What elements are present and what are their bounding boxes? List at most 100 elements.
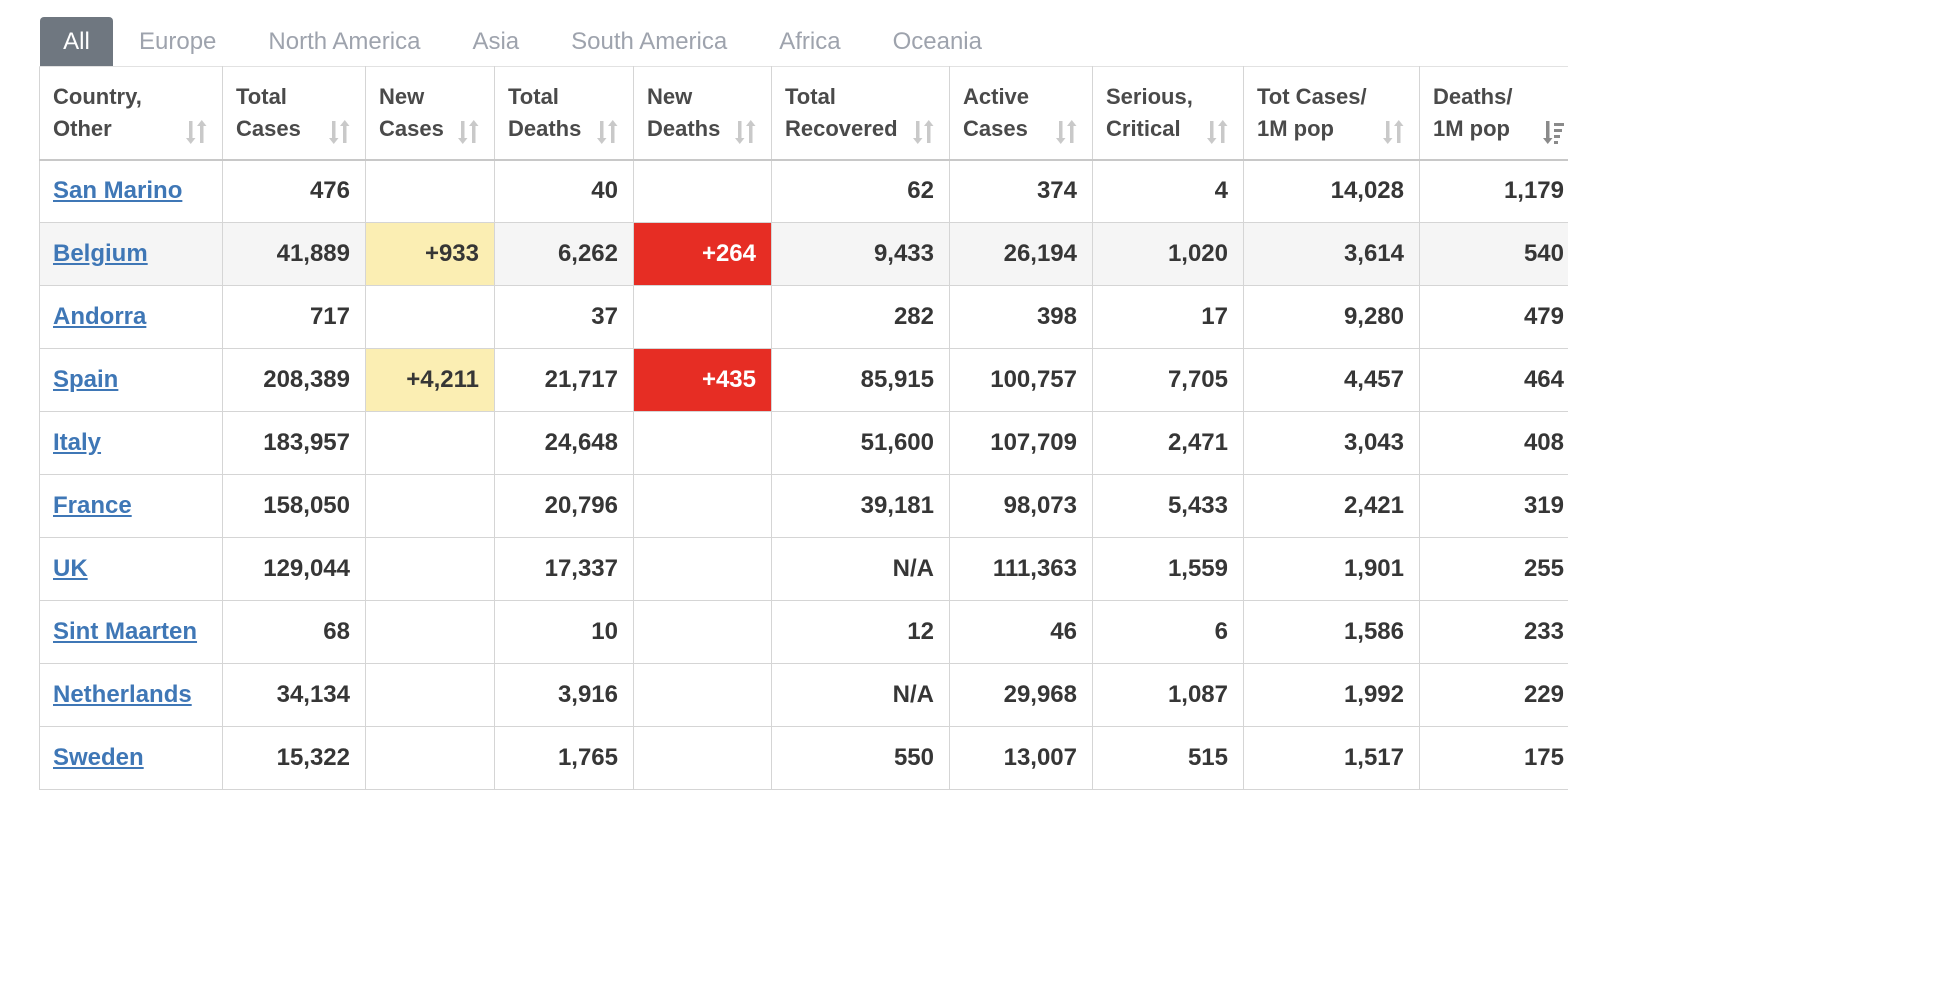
sort-icon[interactable]: [913, 119, 935, 145]
column-header-total-deaths[interactable]: Total Deaths: [494, 66, 634, 161]
cell-total-deaths: 21,717: [494, 348, 634, 412]
country-link[interactable]: Andorra: [53, 303, 146, 330]
tab-all[interactable]: All: [40, 17, 113, 66]
tab-europe[interactable]: Europe: [113, 17, 242, 66]
cell-country: Netherlands: [39, 663, 223, 727]
cell-tot-cases-per-1m: 1,517: [1243, 726, 1420, 790]
cell-deaths-per-1m: 233: [1419, 600, 1568, 664]
column-header-country[interactable]: Country, Other: [39, 66, 223, 161]
column-header-active-cases[interactable]: Active Cases: [949, 66, 1093, 161]
cell-new-deaths: [633, 474, 772, 538]
table-row: Italy 183,957 24,648 51,600 107,709 2,471 3,04…: [39, 411, 1568, 475]
column-header-serious-critical[interactable]: Serious, Critical: [1092, 66, 1244, 161]
country-link[interactable]: UK: [53, 555, 88, 582]
country-link[interactable]: San Marino: [53, 177, 182, 204]
sort-icon[interactable]: [1383, 119, 1405, 145]
cell-tot-cases-per-1m: 1,901: [1243, 537, 1420, 601]
tab-north-america[interactable]: North America: [242, 17, 446, 66]
table-row: Sweden 15,322 1,765 550 13,007 515 1,517 175: [39, 726, 1568, 790]
cell-country: San Marino: [39, 159, 223, 223]
country-link[interactable]: Sint Maarten: [53, 618, 197, 645]
cell-total-deaths: 3,916: [494, 663, 634, 727]
sort-icon[interactable]: [735, 119, 757, 145]
cell-country: Belgium: [39, 222, 223, 286]
cell-active-cases: 26,194: [949, 222, 1093, 286]
tab-asia[interactable]: Asia: [446, 17, 545, 66]
cell-total-cases: 158,050: [222, 474, 366, 538]
country-link[interactable]: Sweden: [53, 744, 144, 771]
cell-active-cases: 13,007: [949, 726, 1093, 790]
cell-total-deaths: 10: [494, 600, 634, 664]
cell-active-cases: 98,073: [949, 474, 1093, 538]
cell-new-deaths: [633, 600, 772, 664]
cell-total-deaths: 37: [494, 285, 634, 349]
table-row: France 158,050 20,796 39,181 98,073 5,433 2,42…: [39, 474, 1568, 538]
sort-icon[interactable]: [1207, 119, 1229, 145]
table-row: Netherlands 34,134 3,916 N/A 29,968 1,087 1,99…: [39, 663, 1568, 727]
cell-serious-critical: 1,020: [1092, 222, 1244, 286]
cell-new-deaths: [633, 726, 772, 790]
cell-active-cases: 29,968: [949, 663, 1093, 727]
cell-tot-cases-per-1m: 1,586: [1243, 600, 1420, 664]
sort-descending-icon[interactable]: [1543, 119, 1565, 145]
cell-total-cases: 476: [222, 159, 366, 223]
cell-total-cases: 68: [222, 600, 366, 664]
column-header-tot-cases-per-1m[interactable]: Tot Cases/1M pop: [1243, 66, 1420, 161]
cell-total-deaths: 17,337: [494, 537, 634, 601]
cell-serious-critical: 1,559: [1092, 537, 1244, 601]
table-row: UK 129,044 17,337 N/A 111,363 1,559 1,901 255: [39, 537, 1568, 601]
country-link[interactable]: Netherlands: [53, 681, 192, 708]
cell-tot-cases-per-1m: 3,614: [1243, 222, 1420, 286]
column-header-new-deaths[interactable]: New Deaths: [633, 66, 772, 161]
sort-icon[interactable]: [597, 119, 619, 145]
column-header-new-cases[interactable]: New Cases: [365, 66, 495, 161]
cell-total-recovered: 39,181: [771, 474, 950, 538]
cell-deaths-per-1m: 229: [1419, 663, 1568, 727]
country-link[interactable]: Spain: [53, 366, 118, 393]
cell-serious-critical: 515: [1092, 726, 1244, 790]
cell-active-cases: 398: [949, 285, 1093, 349]
country-link[interactable]: France: [53, 492, 132, 519]
column-header-deaths-per-1m[interactable]: Deaths/1M pop: [1419, 66, 1568, 161]
cell-serious-critical: 6: [1092, 600, 1244, 664]
cell-serious-critical: 2,471: [1092, 411, 1244, 475]
tab-south-america[interactable]: South America: [545, 17, 753, 66]
sort-icon[interactable]: [329, 119, 351, 145]
cell-serious-critical: 5,433: [1092, 474, 1244, 538]
country-link[interactable]: Italy: [53, 429, 101, 456]
cell-total-recovered: 282: [771, 285, 950, 349]
cell-new-deaths: [633, 411, 772, 475]
sort-icon[interactable]: [1056, 119, 1078, 145]
cell-active-cases: 107,709: [949, 411, 1093, 475]
region-tabs: All Europe North America Asia South America A…: [40, 17, 1008, 66]
cell-total-recovered: 62: [771, 159, 950, 223]
cell-tot-cases-per-1m: 3,043: [1243, 411, 1420, 475]
cell-new-cases: +4,211: [365, 348, 495, 412]
cell-country: UK: [39, 537, 223, 601]
tab-africa[interactable]: Africa: [753, 17, 866, 66]
cell-active-cases: 46: [949, 600, 1093, 664]
cell-deaths-per-1m: 1,179: [1419, 159, 1568, 223]
column-header-line1: New: [647, 83, 693, 109]
column-header-total-cases[interactable]: Total Cases: [222, 66, 366, 161]
cell-total-recovered: N/A: [771, 537, 950, 601]
cell-total-deaths: 20,796: [494, 474, 634, 538]
sort-icon[interactable]: [458, 119, 480, 145]
country-link[interactable]: Belgium: [53, 240, 148, 267]
cell-new-deaths: +435: [633, 348, 772, 412]
cell-total-recovered: 550: [771, 726, 950, 790]
table-row: Spain 208,389 +4,211 21,717 +435 85,915 100,75…: [39, 348, 1568, 412]
cell-country: Italy: [39, 411, 223, 475]
page: All Europe North America Asia South America A…: [0, 0, 1568, 799]
cell-tot-cases-per-1m: 9,280: [1243, 285, 1420, 349]
table-row: San Marino 476 40 62 374 4 14,028 1,179: [39, 159, 1568, 223]
cell-total-deaths: 1,765: [494, 726, 634, 790]
cell-serious-critical: 17: [1092, 285, 1244, 349]
column-header-line1: Serious,: [1106, 83, 1193, 109]
tab-oceania[interactable]: Oceania: [867, 17, 1008, 66]
cell-country: Andorra: [39, 285, 223, 349]
cell-deaths-per-1m: 175: [1419, 726, 1568, 790]
cell-country: France: [39, 474, 223, 538]
column-header-total-recovered[interactable]: Total Recovered: [771, 66, 950, 161]
sort-icon[interactable]: [186, 119, 208, 145]
